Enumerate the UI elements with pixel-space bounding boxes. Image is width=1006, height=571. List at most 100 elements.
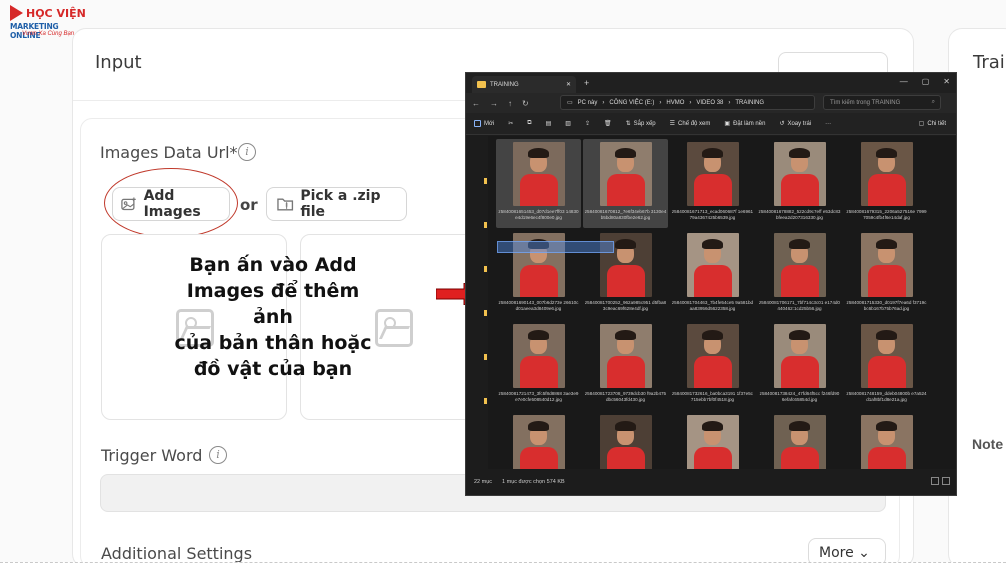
file-item[interactable]: z5840081732616_ba0bca3191 1f37e5c715ebb7… — [670, 321, 755, 410]
image-placeholder-icon — [375, 309, 413, 347]
explorer-search-input[interactable]: Tìm kiếm trong TRAINING ⌕ — [823, 95, 941, 110]
thumbnail-view-icon[interactable] — [942, 477, 950, 485]
photo-thumbnail — [599, 142, 652, 206]
file-item[interactable]: z5840081679315_2206a527516e 79997059c4fb… — [844, 139, 929, 228]
command-label: Chi tiết — [927, 120, 946, 127]
minimize-button[interactable]: — — [900, 77, 908, 86]
maximize-button[interactable]: ▢ — [922, 77, 930, 86]
close-button[interactable]: ✕ — [943, 77, 950, 86]
folder-icon[interactable] — [484, 222, 487, 228]
explorer-command-bar: Mới ✂ ⧉ ▤ ▥ ⇪ 🗑 ⇅ Sắp xếp ☰ Chế độ xem ▣ Đặ… — [466, 113, 956, 135]
monitor-icon: ▭ — [567, 100, 573, 106]
explorer-status-bar: 22 mục 1 mục được chọn 574 KB — [466, 469, 956, 495]
window-controls: — ▢ ✕ — [900, 77, 950, 86]
command-label: Sắp xếp — [633, 120, 656, 127]
breadcrumb-item[interactable]: VIDEO 38 — [696, 100, 723, 106]
explorer-body: z5840081651453_d07d1ee7ff03 14830e4d19e6… — [466, 136, 956, 479]
rename-icon[interactable]: ▥ — [565, 120, 571, 127]
folder-icon[interactable] — [484, 266, 487, 272]
set-background-button[interactable]: ▣ Đặt làm nền — [724, 120, 765, 128]
photo-thumbnail — [860, 233, 913, 297]
folder-icon[interactable] — [484, 310, 487, 316]
details-button[interactable]: ▢ Chi tiết — [919, 120, 946, 128]
highlight-circle — [104, 168, 238, 238]
photo-thumbnail — [686, 324, 739, 388]
details-view-icon[interactable] — [931, 477, 939, 485]
new-tab-icon[interactable]: + — [584, 78, 589, 88]
trigger-word-label: Trigger Word — [101, 446, 203, 465]
more-options-button[interactable]: ··· — [825, 121, 831, 127]
file-item[interactable]: z5840081723708_9739dcb30 f9a2b475dbc5604… — [583, 321, 668, 410]
breadcrumb-item[interactable]: PC này — [578, 100, 598, 106]
file-item[interactable]: z5840081651453_d07d1ee7ff03 14830e4d19e6… — [496, 139, 581, 228]
file-name: z5840081704463_7b4fe54ce5 9a581bdaa83956… — [671, 300, 754, 311]
annotation-line: Bạn ấn vào Add — [189, 254, 357, 276]
file-name: z5840081706171_7bf714c3c01 e174d0440462:… — [759, 300, 840, 311]
view-button[interactable]: ☰ Chế độ xem — [670, 120, 711, 128]
file-item[interactable]: z5840081715330_d0197f7ea6d f3719cbc6b167… — [844, 230, 929, 319]
close-tab-icon[interactable]: ✕ — [566, 81, 571, 88]
file-item[interactable]: z5840081671713_ecad060687f 1e696179a4367… — [670, 139, 755, 228]
search-icon: ⌕ — [931, 99, 935, 105]
file-item[interactable]: z5840081678882_522cd9c7eff e53dc83bfeea2… — [757, 139, 842, 228]
photo-thumbnail — [686, 142, 739, 206]
delete-icon[interactable]: 🗑 — [604, 120, 612, 127]
rotate-icon: ↺ — [779, 121, 785, 127]
photo-thumbnail — [599, 324, 652, 388]
folder-icon[interactable] — [484, 398, 487, 404]
annotation-line: Images để thêm ảnh — [186, 280, 360, 328]
paste-icon[interactable]: ▤ — [546, 120, 552, 127]
breadcrumb[interactable]: ▭ PC này › CÔNG VIỆC (E:) › HVMO › VIDEO 38… — [560, 95, 815, 110]
command-label: Chế độ xem — [678, 120, 711, 127]
refresh-icon[interactable]: ↻ — [522, 99, 529, 108]
rotate-left-button[interactable]: ↺ Xoay trái — [779, 120, 811, 128]
file-name: z5840081679315_2206a527516e 79997059c4fb… — [846, 209, 927, 220]
breadcrumb-sep: › — [659, 99, 662, 106]
file-name: z5840081723708_9739dcb30 f9a2b475dbc5604… — [584, 391, 667, 402]
explorer-titlebar: TRAINING ✕ + — ▢ ✕ — [466, 73, 956, 93]
file-explorer-window: TRAINING ✕ + — ▢ ✕ ← → ↑ ↻ ▭ PC này › CÔN… — [465, 72, 957, 496]
photo-thumbnail — [773, 233, 826, 297]
folder-icon[interactable] — [484, 354, 487, 360]
image-icon: ▣ — [724, 121, 731, 127]
cut-icon[interactable]: ✂ — [508, 120, 513, 127]
breadcrumb-item[interactable]: HVMO — [666, 100, 684, 106]
new-button[interactable]: Mới — [474, 120, 494, 127]
info-icon[interactable]: i — [209, 446, 227, 464]
sort-button[interactable]: ⇅ Sắp xếp — [625, 120, 656, 128]
sort-icon: ⇅ — [625, 121, 631, 127]
new-icon — [474, 120, 481, 127]
file-name: z5840081721473_3fc5f8d8868 3ae3e9e7e0cfe… — [498, 391, 579, 402]
photo-thumbnail — [860, 142, 913, 206]
tab-title: TRAINING — [490, 81, 519, 88]
instruction-annotation: Bạn ấn vào Add Images để thêm ảnh của bả… — [168, 252, 378, 382]
share-icon[interactable]: ⇪ — [585, 120, 590, 127]
pick-zip-button[interactable]: Pick a .zip file — [266, 187, 407, 221]
file-item[interactable]: z5840081704463_7b4fe54ce5 9a581bdaa83956… — [670, 230, 755, 319]
file-item[interactable]: z5840081721473_3fc5f8d8868 3ae3e9e7e0cfe… — [496, 321, 581, 410]
hvmo-logo: HỌC VIỆN MARKETING ONLINE Vươn Xa Cùng B… — [8, 4, 88, 40]
photo-thumbnail — [773, 324, 826, 388]
back-icon[interactable]: ← — [472, 99, 480, 108]
breadcrumb-item[interactable]: TRAINING — [735, 100, 764, 106]
annotation-line: đồ vật của bạn — [193, 358, 353, 380]
file-item[interactable]: z5840081748159_ddeb04800b e7a524d1af8bf1… — [844, 321, 929, 410]
file-item[interactable]: z5840081670812_7e6f34eb67b 3130e4b5bd80a… — [583, 139, 668, 228]
screenshot-stage: Input Trai Note Images Data Url* i Add I… — [0, 0, 1006, 571]
note-label: Note — [972, 436, 1004, 452]
explorer-tab[interactable]: TRAINING ✕ — [472, 76, 576, 93]
folder-icon[interactable] — [484, 178, 487, 184]
up-icon[interactable]: ↑ — [508, 99, 512, 108]
item-count: 22 mục — [474, 479, 493, 485]
breadcrumb-item[interactable]: CÔNG VIỆC (E:) — [609, 100, 654, 106]
logo-play-icon — [10, 5, 23, 21]
search-placeholder: Tìm kiếm trong TRAINING — [830, 99, 901, 106]
file-item[interactable]: z5840081706171_7bf714c3c01 e174d0440462:… — [757, 230, 842, 319]
file-name: z5840081738424_47fd64f5cc f246fd906efafc… — [759, 391, 840, 402]
file-item[interactable]: z5840081738424_47fd64f5cc f246fd906efafc… — [757, 321, 842, 410]
additional-settings-label: Additional Settings — [101, 544, 253, 563]
photo-thumbnail — [686, 233, 739, 297]
copy-icon[interactable]: ⧉ — [527, 120, 531, 127]
forward-icon[interactable]: → — [490, 99, 498, 108]
info-icon[interactable]: i — [238, 143, 256, 161]
